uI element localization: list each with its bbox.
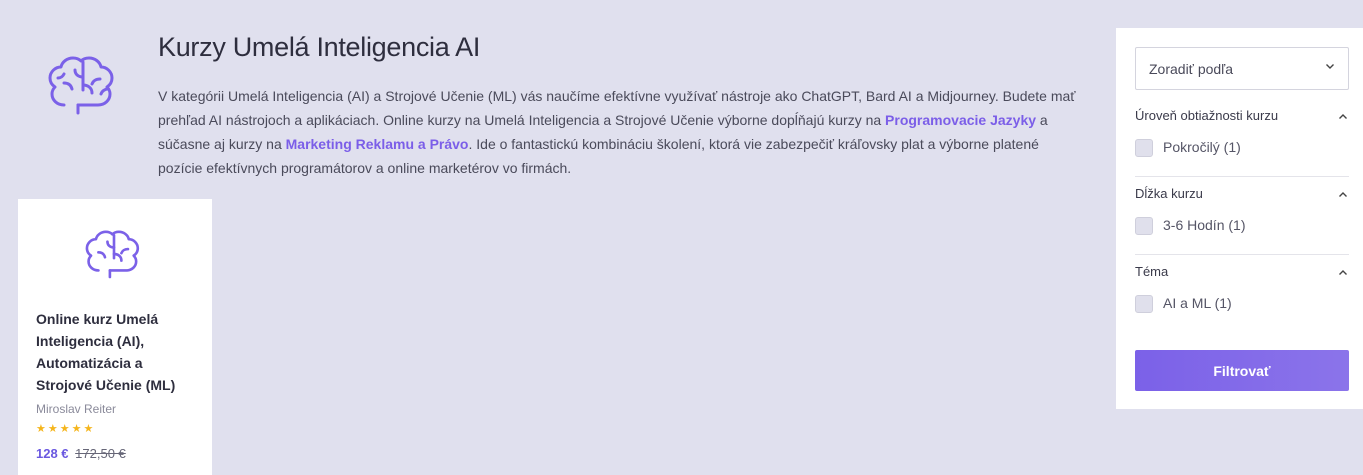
filter-option-label: AI a ML (1) [1163,295,1232,311]
filter-option-label: 3-6 Hodín (1) [1163,217,1246,233]
filter-group-title: Dĺžka kurzu [1135,186,1203,201]
divider [1135,254,1349,255]
checkbox[interactable] [1135,139,1153,157]
brain-icon [48,56,114,115]
chevron-down-icon [1326,64,1334,69]
sort-select[interactable]: Zoradiť podľa [1135,47,1349,90]
chevron-up-icon[interactable] [1337,189,1349,201]
course-card[interactable]: Online kurz Umelá Inteligencia (AI), Aut… [18,199,212,475]
divider [1135,176,1349,177]
filter-group-title: Téma [1135,264,1169,279]
checkbox[interactable] [1135,217,1153,235]
filter-option-ai-ml[interactable]: AI a ML (1) [1135,294,1349,316]
filter-option-label: Pokročilý (1) [1163,139,1241,155]
course-price: 128 € 172,50 € [36,446,126,461]
course-author: Miroslav Reiter [36,402,117,416]
filter-group-length: Dĺžka kurzu 3-6 Hodín (1) [1135,186,1349,238]
price-current: 128 € [36,446,69,461]
brain-icon [85,230,140,279]
rating-stars: ★★★★★ [36,423,96,435]
price-original: 172,50 € [75,446,126,461]
page-title: Kurzy Umelá Inteligencia AI [158,32,481,62]
filter-option-advanced[interactable]: Pokročilý (1) [1135,138,1349,160]
chevron-up-icon[interactable] [1337,111,1349,123]
filter-panel: Zoradiť podľa Úroveň obtiažnosti kurzu P… [1116,28,1363,409]
link-marketing[interactable]: Marketing Reklamu a Právo [286,136,469,152]
filter-option-3-6-hours[interactable]: 3-6 Hodín (1) [1135,216,1349,238]
filter-group-topic: Téma AI a ML (1) [1135,264,1349,316]
sort-select-label: Zoradiť podľa [1149,61,1234,77]
category-description: V kategórii Umelá Inteligencia (AI) a St… [158,84,1078,180]
filter-button[interactable]: Filtrovať [1135,350,1349,391]
filter-group-header[interactable]: Téma [1135,264,1349,284]
filter-group-difficulty: Úroveň obtiažnosti kurzu Pokročilý (1) [1135,108,1349,160]
checkbox[interactable] [1135,295,1153,313]
chevron-up-icon[interactable] [1337,267,1349,279]
link-programming-languages[interactable]: Programovacie Jazyky [885,112,1036,128]
filter-group-header[interactable]: Úroveň obtiažnosti kurzu [1135,108,1349,128]
course-title[interactable]: Online kurz Umelá Inteligencia (AI), Aut… [36,308,196,396]
filter-group-header[interactable]: Dĺžka kurzu [1135,186,1349,206]
filter-group-title: Úroveň obtiažnosti kurzu [1135,108,1279,123]
